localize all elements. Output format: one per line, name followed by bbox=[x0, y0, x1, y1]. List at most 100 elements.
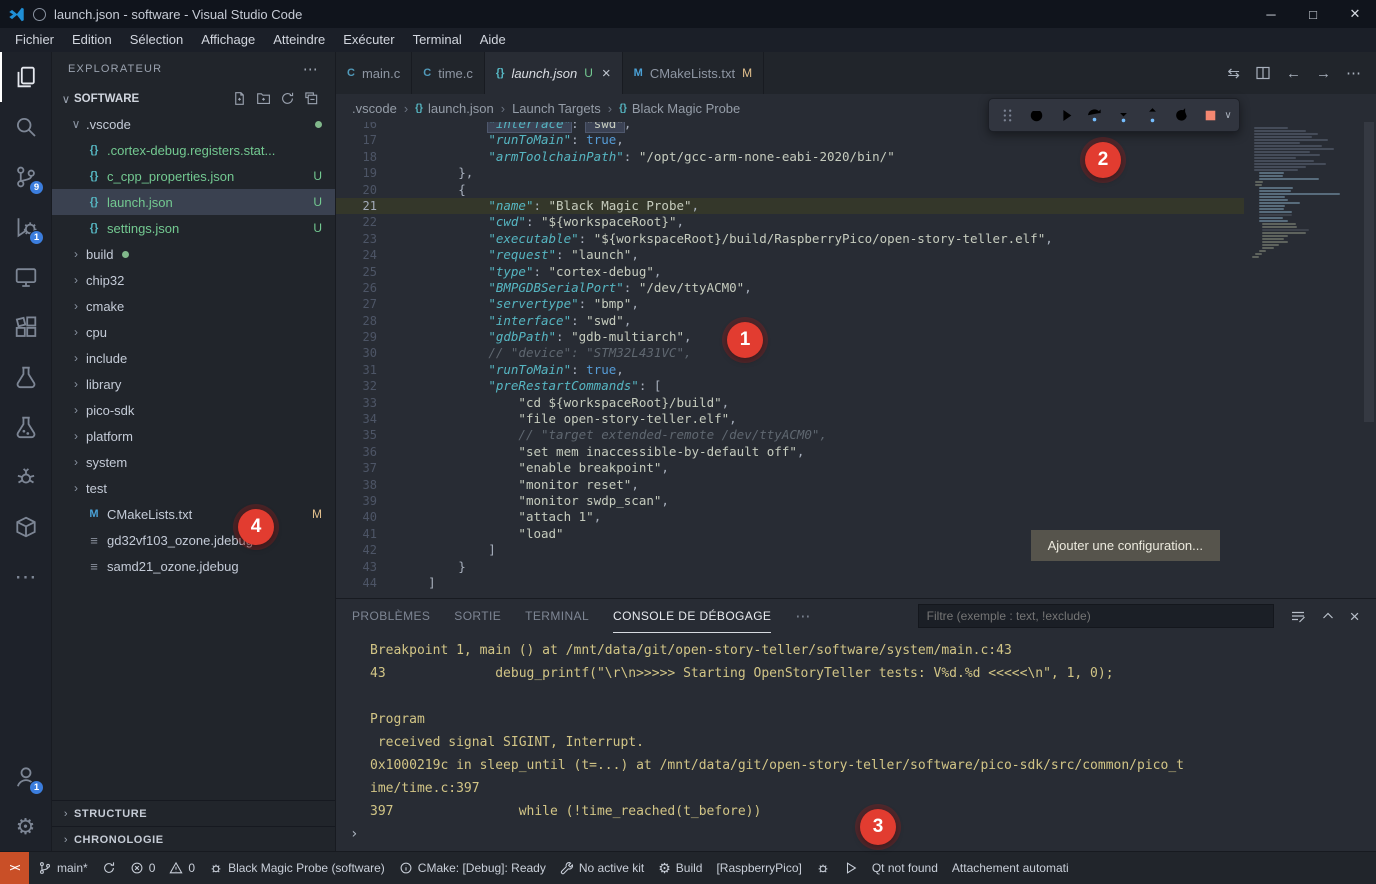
close-window-button[interactable]: ✕ bbox=[1334, 0, 1376, 28]
remote-indicator[interactable]: >< bbox=[0, 852, 29, 884]
tree-item-library[interactable]: ›library bbox=[52, 371, 335, 397]
stop-button[interactable] bbox=[1197, 102, 1224, 128]
status-sync-changes[interactable] bbox=[95, 861, 123, 875]
tree-item-ccpppropertiesjson[interactable]: {}c_cpp_properties.jsonU bbox=[52, 163, 335, 189]
activity-explorer[interactable] bbox=[0, 52, 51, 102]
status-debug-button[interactable] bbox=[809, 861, 837, 875]
step-out-button[interactable] bbox=[1139, 102, 1166, 128]
code-line-21[interactable]: 21 "name": "Black Magic Probe", bbox=[336, 198, 1244, 214]
panel-tab-sortie[interactable]: SORTIE bbox=[454, 599, 501, 633]
activity-cmake-tools[interactable] bbox=[0, 502, 51, 552]
code-line-36[interactable]: 36 "set mem inaccessible-by-default off"… bbox=[336, 444, 1244, 460]
activity-search[interactable] bbox=[0, 102, 51, 152]
tree-item-chip32[interactable]: ›chip32 bbox=[52, 267, 335, 293]
tree-item-build[interactable]: ›build bbox=[52, 241, 335, 267]
activity-additional-views[interactable]: ⋯ bbox=[0, 552, 51, 602]
section-chronologie[interactable]: ›CHRONOLOGIE bbox=[52, 826, 335, 852]
add-configuration-button[interactable]: Ajouter une configuration... bbox=[1031, 530, 1220, 561]
code-line-40[interactable]: 40 "attach 1", bbox=[336, 509, 1244, 525]
code-line-34[interactable]: 34 "file open-story-teller.elf", bbox=[336, 411, 1244, 427]
new-folder-icon[interactable] bbox=[256, 91, 271, 106]
status-warnings[interactable]: 0 bbox=[162, 861, 202, 875]
code-line-27[interactable]: 27 "servertype": "bmp", bbox=[336, 296, 1244, 312]
tree-item-include[interactable]: ›include bbox=[52, 345, 335, 371]
code-line-32[interactable]: 32 "preRestartCommands": [ bbox=[336, 378, 1244, 394]
code-line-35[interactable]: 35 // "target extended-remote /dev/ttyAC… bbox=[336, 427, 1244, 443]
code-editor[interactable]: 16 "interface": "swd",17 "runToMain": tr… bbox=[336, 122, 1376, 598]
panel-more-actions-icon[interactable]: ⋯ bbox=[795, 607, 810, 625]
activity-manage-settings[interactable]: ⚙ bbox=[0, 802, 51, 852]
code-line-43[interactable]: 43 } bbox=[336, 559, 1244, 575]
status-cmake-status[interactable]: CMake: [Debug]: Ready bbox=[392, 861, 553, 875]
new-file-icon[interactable] bbox=[232, 91, 247, 106]
status-git-branch[interactable]: main* bbox=[31, 861, 95, 875]
status-errors[interactable]: 0 bbox=[123, 861, 163, 875]
code-line-22[interactable]: 22 "cwd": "${workspaceRoot}", bbox=[336, 214, 1244, 230]
panel-tab-terminal[interactable]: TERMINAL bbox=[525, 599, 589, 633]
tree-item-system[interactable]: ›system bbox=[52, 449, 335, 475]
status-cmake-build[interactable]: ⚙Build bbox=[651, 861, 709, 875]
code-line-25[interactable]: 25 "type": "cortex-debug", bbox=[336, 264, 1244, 280]
activity-testing[interactable] bbox=[0, 352, 51, 402]
tree-item-cmake[interactable]: ›cmake bbox=[52, 293, 335, 319]
code-line-38[interactable]: 38 "monitor reset", bbox=[336, 477, 1244, 493]
code-line-20[interactable]: 20 { bbox=[336, 182, 1244, 198]
breadcrumb-item-launchjson[interactable]: {}launch.json bbox=[415, 101, 494, 116]
menu-atteindre[interactable]: Atteindre bbox=[264, 28, 334, 52]
menu-fichier[interactable]: Fichier bbox=[6, 28, 63, 52]
tree-item-gd32vf103ozonejdebug[interactable]: ≡gd32vf103_ozone.jdebug bbox=[52, 527, 335, 553]
close-tab-icon[interactable]: × bbox=[602, 65, 611, 82]
panel-tab-consolededebogage[interactable]: CONSOLE DE DÉBOGAGE bbox=[613, 599, 771, 633]
debug-console[interactable]: Breakpoint 1, main () at /mnt/data/git/o… bbox=[336, 633, 1376, 852]
minimize-button[interactable]: ─ bbox=[1250, 0, 1292, 28]
menu-selection[interactable]: Sélection bbox=[121, 28, 192, 52]
code-line-44[interactable]: 44 ] bbox=[336, 575, 1244, 591]
tab-cmakeliststxt[interactable]: MCMakeLists.txtM bbox=[623, 52, 764, 94]
breadcrumb-item-vscode[interactable]: .vscode bbox=[352, 101, 397, 116]
breadcrumb-item-launchtargets[interactable]: Launch Targets bbox=[512, 101, 601, 116]
maximize-panel-icon[interactable] bbox=[1320, 608, 1336, 624]
tree-item-launchjson[interactable]: {}launch.jsonU bbox=[52, 189, 335, 215]
tree-item-cmakeliststxt[interactable]: MCMakeLists.txtM bbox=[52, 501, 335, 527]
activity-debug-extension[interactable] bbox=[0, 452, 51, 502]
activity-remote-explorer[interactable] bbox=[0, 252, 51, 302]
tree-item-settingsjson[interactable]: {}settings.jsonU bbox=[52, 215, 335, 241]
code-line-33[interactable]: 33 "cd ${workspaceRoot}/build", bbox=[336, 395, 1244, 411]
status-build-variant[interactable]: [RaspberryPico] bbox=[709, 861, 808, 875]
maximize-button[interactable]: □ bbox=[1292, 0, 1334, 28]
tree-item-platform[interactable]: ›platform bbox=[52, 423, 335, 449]
menu-affichage[interactable]: Affichage bbox=[192, 28, 264, 52]
tab-launchjson[interactable]: {}launch.jsonU× bbox=[485, 52, 623, 94]
tab-timec[interactable]: Ctime.c bbox=[412, 52, 485, 94]
tree-item-cpu[interactable]: ›cpu bbox=[52, 319, 335, 345]
sidebar-more-actions-icon[interactable]: ⋯ bbox=[303, 60, 319, 78]
breadcrumb-item-blackmagicprobe[interactable]: {}Black Magic Probe bbox=[619, 101, 740, 116]
chevron-down-icon[interactable]: ∨ bbox=[1222, 110, 1234, 121]
code-line-31[interactable]: 31 "runToMain": true, bbox=[336, 362, 1244, 378]
code-line-29[interactable]: 29 "gdbPath": "gdb-multiarch", bbox=[336, 329, 1244, 345]
close-panel-icon[interactable]: × bbox=[1350, 608, 1360, 625]
refresh-explorer-icon[interactable] bbox=[280, 91, 295, 106]
tree-item-picosdk[interactable]: ›pico-sdk bbox=[52, 397, 335, 423]
more-editor-actions-icon[interactable]: ⋯ bbox=[1346, 64, 1361, 82]
code-line-28[interactable]: 28 "interface": "swd", bbox=[336, 313, 1244, 329]
project-section-header[interactable]: ∨ SOFTWARE bbox=[52, 86, 335, 111]
console-filter-input[interactable] bbox=[918, 604, 1274, 628]
code-line-23[interactable]: 23 "executable": "${workspaceRoot}/build… bbox=[336, 231, 1244, 247]
tree-item-test[interactable]: ›test bbox=[52, 475, 335, 501]
status-debug-target[interactable]: Black Magic Probe (software) bbox=[202, 861, 392, 875]
status-qt-status[interactable]: Qt not found bbox=[865, 861, 945, 875]
activity-extensions[interactable] bbox=[0, 302, 51, 352]
code-line-30[interactable]: 30 // "device": "STM32L431VC", bbox=[336, 345, 1244, 361]
navigate-back-icon[interactable]: ← bbox=[1286, 65, 1301, 82]
tree-item-samd21ozonejdebug[interactable]: ≡samd21_ozone.jdebug bbox=[52, 553, 335, 579]
activity-source-control[interactable]: 9 bbox=[0, 152, 51, 202]
code-line-37[interactable]: 37 "enable breakpoint", bbox=[336, 460, 1244, 476]
minimap[interactable] bbox=[1244, 122, 1362, 598]
tree-item-vscode[interactable]: ∨.vscode bbox=[52, 111, 335, 137]
code-line-24[interactable]: 24 "request": "launch", bbox=[336, 247, 1244, 263]
menu-edition[interactable]: Edition bbox=[63, 28, 121, 52]
menu-terminal[interactable]: Terminal bbox=[404, 28, 471, 52]
split-editor-icon[interactable] bbox=[1255, 65, 1271, 81]
disconnect-button[interactable] bbox=[1023, 102, 1050, 128]
